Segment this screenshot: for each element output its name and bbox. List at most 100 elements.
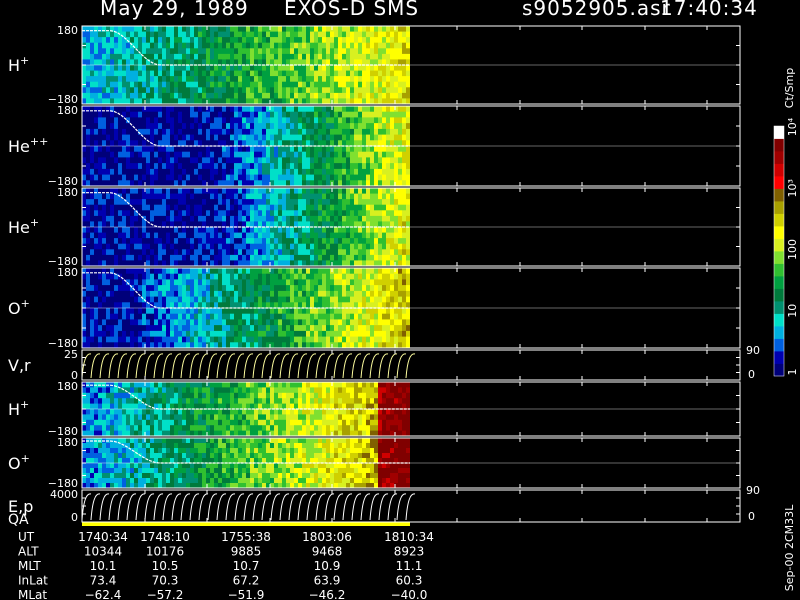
spectrogram-cell [186, 382, 190, 388]
spectrogram-cell [178, 227, 182, 234]
spectrogram-cell [334, 273, 338, 280]
spectrogram-cell [150, 249, 154, 256]
spectrogram-cell [130, 319, 134, 326]
spectrogram-cell [406, 243, 410, 250]
spectrogram-cell [338, 53, 342, 60]
spectrogram-cell [142, 193, 146, 200]
spectrogram-cell [358, 81, 362, 88]
spectrogram-cell [266, 37, 270, 44]
spectrogram-cell [250, 157, 254, 164]
spectrogram-cell [302, 157, 306, 164]
spectrogram-cell [358, 319, 362, 326]
spectrogram-cell [234, 53, 238, 60]
spectrogram-cell [366, 174, 370, 181]
spectrogram-cell [134, 279, 138, 286]
spectrogram-cell [366, 296, 370, 303]
spectrogram-cell [274, 42, 278, 49]
spectrogram-cell [206, 128, 210, 136]
spectrogram-cell [130, 313, 134, 320]
spectrogram-cell [298, 243, 302, 250]
spectrogram-cell [402, 76, 406, 83]
spectrogram-cell [402, 330, 406, 338]
spectrogram-cell [82, 330, 86, 338]
spectrogram-cell [198, 425, 202, 432]
spectrogram-cell [262, 146, 266, 153]
spectrogram-cell [106, 273, 110, 280]
spectrogram-cell [110, 81, 114, 88]
spectrogram-cell [402, 53, 406, 60]
spectrogram-cell [254, 163, 258, 170]
spectrogram-cell [218, 37, 222, 44]
spectrogram-cell [318, 106, 322, 113]
spectrogram-cell [218, 296, 222, 303]
spectrogram-cell [198, 193, 202, 200]
spectrogram-cell [82, 92, 86, 99]
spectrogram-cell [162, 123, 166, 130]
spectrogram-cell [154, 157, 158, 164]
spectrogram-cell [310, 296, 314, 303]
spectrogram-cell [278, 117, 282, 124]
spectrogram-cell [314, 215, 318, 222]
spectrogram-cell [278, 31, 282, 38]
spectrogram-cell [198, 37, 202, 44]
spectrogram-cell [270, 163, 274, 170]
spectrogram-cell [258, 319, 262, 326]
spectrogram-cell [242, 26, 246, 33]
spectrogram-cell [94, 313, 98, 320]
spectrogram-cell [82, 48, 86, 55]
spectrogram-cell [206, 313, 210, 320]
spectrogram-cell [178, 42, 182, 49]
spectrogram-cell [334, 330, 338, 338]
spectrogram-cell [242, 157, 246, 164]
spectrogram-cell [222, 117, 226, 124]
spectrogram-cell [186, 419, 190, 426]
spectrogram-cell [130, 308, 134, 315]
spectrogram-cell [366, 76, 370, 83]
spectrogram-cell [226, 215, 230, 222]
spectrogram-cell [90, 273, 94, 280]
spectrogram-cell [198, 117, 202, 124]
spectrogram-cell [398, 31, 402, 38]
spectrogram-cell [82, 70, 86, 77]
spectrogram-cell [178, 204, 182, 211]
spectrogram-cell [366, 26, 370, 33]
spectrogram-cell [170, 117, 174, 124]
spectrogram-cell [334, 243, 338, 250]
spectrogram-cell [162, 419, 166, 426]
spectrogram-cell [314, 199, 318, 206]
spectrogram-cell [250, 87, 254, 94]
spectrogram-cell [158, 48, 162, 55]
spectrogram-cell [170, 268, 174, 275]
spectrogram-cell [98, 414, 102, 421]
spectrogram-cell [338, 111, 342, 118]
spectrogram-cell [214, 146, 218, 153]
spectrogram-cell [238, 325, 242, 332]
spectrogram-cell [106, 53, 110, 60]
spectrogram-cell [206, 210, 210, 217]
spectrogram-cell [338, 168, 342, 176]
spectrogram-cell [354, 157, 358, 164]
spectrogram-cell [302, 215, 306, 222]
spectrogram-cell [398, 111, 402, 118]
spectrogram-cell [90, 302, 94, 309]
spectrogram-cell [162, 65, 166, 72]
spectrogram-cell [202, 111, 206, 118]
spectrogram-cell [266, 210, 270, 217]
spectrogram-cell [338, 151, 342, 158]
spectrogram-cell [90, 193, 94, 200]
spectrogram-cell [178, 193, 182, 200]
spectrogram-cell [274, 168, 278, 176]
spectrogram-cell [250, 111, 254, 118]
spectrogram-cell [158, 117, 162, 124]
spectrogram-cell [354, 238, 358, 245]
spectrogram-cell [198, 163, 202, 170]
spectrogram-cell [142, 117, 146, 124]
spectrogram-cell [206, 204, 210, 211]
spectrogram-cell [154, 238, 158, 245]
spectrogram-cell [198, 199, 202, 206]
spectrogram-cell [86, 392, 90, 399]
spectrogram-cell [242, 325, 246, 332]
spectrogram-cell [202, 123, 206, 130]
spectrogram-cell [150, 238, 154, 245]
spectrogram-cell [298, 254, 302, 261]
